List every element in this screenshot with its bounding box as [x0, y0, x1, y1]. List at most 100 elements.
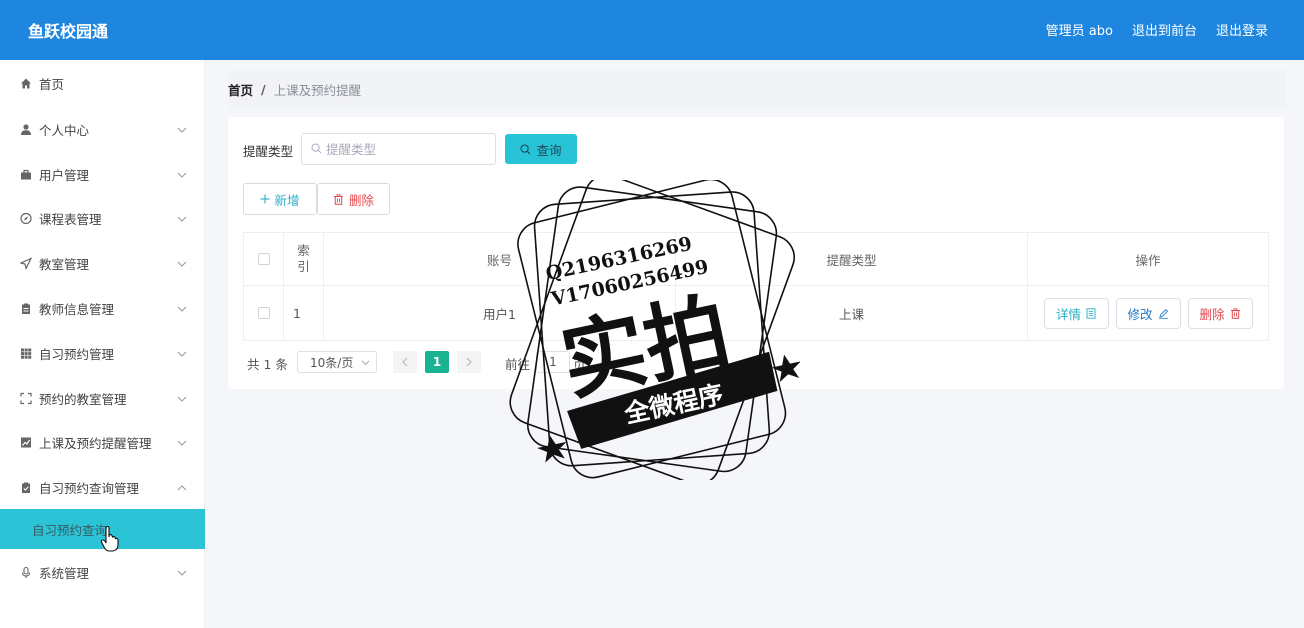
chevron-down-icon	[177, 261, 187, 267]
chevron-down-icon	[177, 216, 187, 222]
next-page-button[interactable]	[457, 351, 481, 373]
current-page-button[interactable]: 1	[425, 351, 449, 373]
search-icon	[520, 143, 531, 154]
sidebar-item-label: 上课及预约提醒管理	[39, 436, 152, 451]
row-type-cell: 上课	[676, 286, 1028, 340]
hand-pointer-icon	[100, 526, 119, 552]
chevron-down-icon	[177, 172, 187, 178]
sidebar-item-label: 课程表管理	[39, 212, 102, 227]
exit-to-frontend-link[interactable]: 退出到前台	[1132, 20, 1197, 39]
query-button-label: 查询	[536, 142, 562, 158]
chevron-down-icon	[361, 360, 370, 366]
row-select-cell	[244, 286, 284, 340]
index-header-char-1: 索	[297, 243, 310, 258]
sidebar-item-study-query-management[interactable]: 自习预约查询管理	[0, 465, 205, 510]
chart-icon	[19, 436, 32, 449]
edit-icon	[1158, 308, 1168, 319]
send-icon	[19, 257, 32, 270]
prev-page-button[interactable]	[393, 351, 417, 373]
plus-icon	[260, 194, 270, 204]
briefcase-icon	[19, 168, 32, 181]
row-edit-label: 修改	[1127, 306, 1153, 322]
sidebar-item-reserved-classroom-management[interactable]: 预约的教室管理	[0, 376, 205, 421]
reminder-type-header: 提醒类型	[676, 233, 1028, 286]
row-checkbox[interactable]	[257, 307, 270, 319]
top-header: 鱼跃校园通 管理员 abo 退出到前台 退出登录	[0, 0, 1304, 60]
goto-page-input[interactable]	[536, 351, 570, 373]
search-icon	[311, 143, 322, 154]
chevron-down-icon	[177, 351, 187, 357]
page-size-value: 10条/页	[310, 355, 354, 370]
reminder-type-search-input[interactable]	[301, 133, 496, 165]
row-detail-button[interactable]: 详情	[1043, 297, 1109, 329]
main-content: 首页 / 上课及预约提醒 提醒类型 查询 新增 删除 索 引 账号 提醒类型	[206, 60, 1304, 628]
sidebar-item-user-management[interactable]: 用户管理	[0, 152, 205, 197]
select-all-header	[244, 233, 284, 286]
sidebar-item-classroom-management[interactable]: 教室管理	[0, 241, 205, 286]
row-index-cell: 1	[284, 286, 324, 340]
select-all-checkbox[interactable]	[257, 253, 270, 265]
pagination: 共 1 条 10条/页 1 前往 页	[243, 351, 643, 373]
sidebar-item-label: 个人中心	[39, 123, 90, 138]
operations-header: 操作	[1028, 233, 1268, 286]
row-delete-button[interactable]: 删除	[1187, 297, 1253, 329]
clipboard-check-icon	[19, 481, 32, 494]
chevron-down-icon	[177, 440, 187, 446]
add-button-label: 新增	[274, 192, 300, 208]
top-nav-links: 管理员 abo 退出到前台 退出登录	[1046, 20, 1268, 39]
sidebar-item-label: 系统管理	[39, 566, 90, 581]
sidebar-item-label: 预约的教室管理	[39, 392, 127, 407]
query-button[interactable]: 查询	[505, 134, 577, 164]
sidebar-item-label: 首页	[39, 77, 65, 92]
sidebar-item-personal-center[interactable]: 个人中心	[0, 107, 205, 152]
clipboard-icon	[19, 302, 32, 315]
chevron-right-icon	[466, 357, 472, 367]
add-button[interactable]: 新增	[243, 183, 317, 215]
chevron-down-icon	[177, 306, 187, 312]
row-detail-label: 详情	[1055, 306, 1081, 322]
pagination-total: 共 1 条	[247, 357, 288, 372]
microphone-icon	[19, 566, 32, 579]
home-icon	[19, 77, 32, 90]
sidebar-item-study-reservation-management[interactable]: 自习预约管理	[0, 331, 205, 376]
sidebar-item-label: 教室管理	[39, 257, 90, 272]
sidebar-item-class-reminder-management[interactable]: 上课及预约提醒管理	[0, 420, 205, 465]
chevron-left-icon	[402, 357, 408, 367]
goto-suffix: 页	[573, 357, 586, 372]
trash-icon	[333, 193, 343, 205]
admin-user-link[interactable]: 管理员 abo	[1046, 20, 1113, 39]
sidebar-item-home[interactable]: 首页	[0, 61, 205, 106]
batch-delete-button[interactable]: 删除	[317, 183, 390, 215]
sidebar-item-system-management[interactable]: 系统管理	[0, 550, 205, 595]
user-icon	[19, 123, 32, 136]
sidebar-item-label: 用户管理	[39, 168, 90, 183]
row-delete-label: 删除	[1199, 306, 1225, 322]
app-title: 鱼跃校园通	[28, 22, 109, 41]
index-header-char-2: 引	[297, 259, 310, 274]
goto-label: 前往	[505, 357, 531, 372]
grid-icon	[19, 347, 32, 360]
account-header: 账号	[324, 233, 676, 286]
sidebar-item-teacher-info-management[interactable]: 教师信息管理	[0, 286, 205, 331]
logout-link[interactable]: 退出登录	[1216, 20, 1268, 39]
batch-delete-button-label: 删除	[348, 192, 374, 208]
sidebar-item-schedule-management[interactable]: 课程表管理	[0, 196, 205, 241]
row-account-cell: 用户1	[324, 286, 676, 340]
chevron-down-icon	[177, 127, 187, 133]
row-actions-cell: 详情 修改 删除	[1028, 286, 1268, 340]
chevron-up-icon	[177, 484, 187, 490]
breadcrumb-home[interactable]: 首页	[228, 80, 253, 99]
chevron-down-icon	[177, 396, 187, 402]
index-header: 索 引	[284, 233, 324, 286]
breadcrumb-separator: /	[261, 81, 266, 97]
sidebar-item-label: 自习预约查询管理	[39, 481, 140, 496]
breadcrumb-current: 上课及预约提醒	[273, 82, 362, 98]
sidebar-item-label: 教师信息管理	[39, 302, 115, 317]
page-size-select[interactable]: 10条/页	[297, 351, 377, 373]
frame-icon	[19, 392, 32, 405]
row-edit-button[interactable]: 修改	[1115, 297, 1181, 329]
reminder-table: 索 引 账号 提醒类型 操作 1 用户1 上课 详情 修改 删除	[243, 232, 1269, 341]
document-icon	[1086, 307, 1096, 319]
content-panel: 提醒类型 查询 新增 删除 索 引 账号 提醒类型 操作 1	[228, 117, 1284, 389]
compass-icon	[19, 212, 32, 225]
